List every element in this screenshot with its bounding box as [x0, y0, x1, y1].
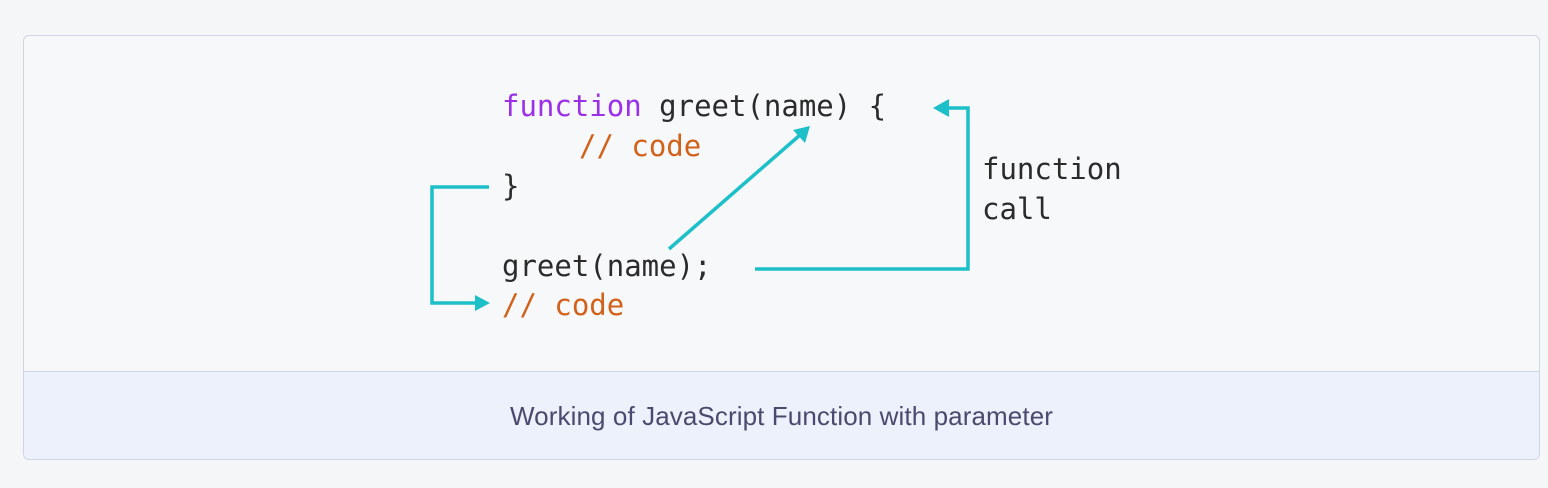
return-arrow — [430, 185, 490, 311]
code-line-body-comment: // code — [579, 129, 701, 163]
function-call-arrow — [755, 99, 970, 271]
code-line-function-call: greet(name); — [502, 249, 712, 283]
function-diagram: function greet(name) { // code } greet(n… — [430, 89, 1122, 322]
annotation-call: call — [982, 192, 1052, 226]
keyword-function: function — [502, 89, 642, 123]
code-line-closing-brace: } — [502, 169, 519, 203]
figure-card: function greet(name) { // code } greet(n… — [23, 35, 1540, 460]
figure-caption: Working of JavaScript Function with para… — [24, 371, 1539, 459]
code-line-function-declaration: function greet(name) { — [502, 89, 886, 123]
function-signature: greet(name) { — [642, 89, 886, 123]
annotation-function: function — [982, 152, 1122, 186]
code-line-after-comment: // code — [502, 288, 624, 322]
